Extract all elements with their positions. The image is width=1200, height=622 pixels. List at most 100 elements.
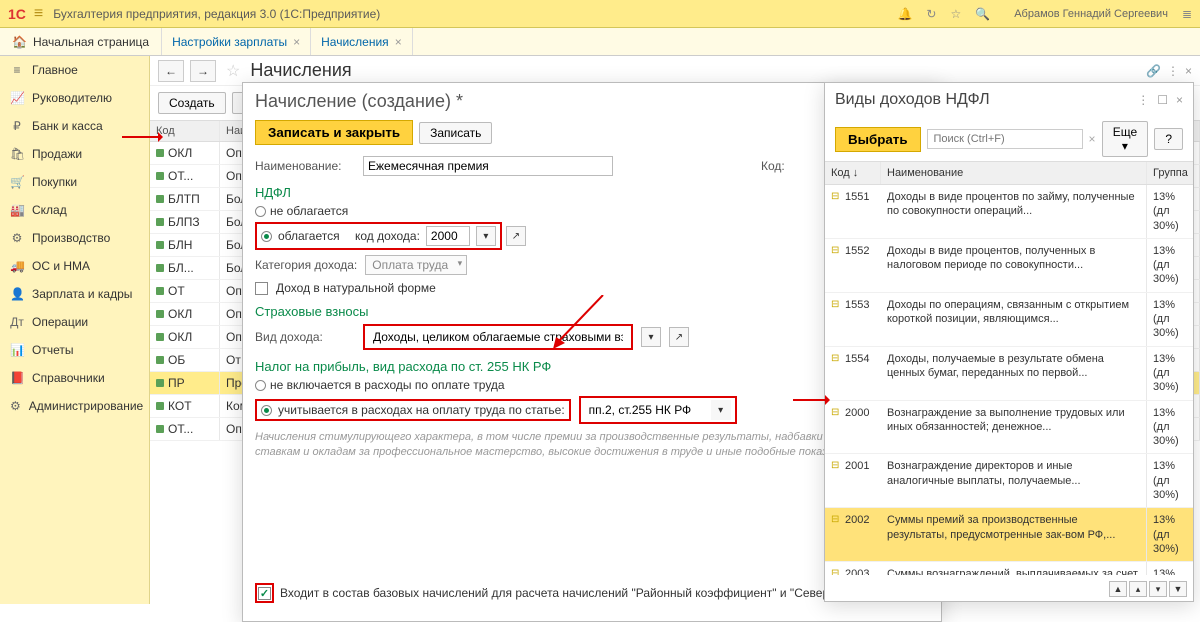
name-input[interactable] <box>363 156 613 176</box>
col-name[interactable]: Наименование <box>881 162 1147 184</box>
sidebar-item-salary[interactable]: 👤Зарплата и кадры <box>0 280 149 308</box>
favorite-icon[interactable]: ☆ <box>226 61 240 81</box>
close-icon[interactable]: × <box>395 35 402 49</box>
close-icon[interactable]: × <box>1176 93 1183 107</box>
truck-icon: 🚚 <box>10 259 24 273</box>
table-row[interactable]: ⊟2000Вознаграждение за выполнение трудов… <box>825 401 1193 455</box>
panel-toolbar: Выбрать × Еще ▾ ? <box>825 117 1193 161</box>
income-code-input[interactable] <box>426 226 470 246</box>
sidebar-label: Банк и касса <box>32 119 103 133</box>
expense-article-input[interactable] <box>585 401 705 419</box>
tab-label: Настройки зарплаты <box>172 35 287 49</box>
scroll-top-icon[interactable]: ▲ <box>1109 581 1127 597</box>
sidebar-item-os[interactable]: 🚚ОС и НМА <box>0 252 149 280</box>
menu-icon[interactable]: ≡ <box>34 5 43 23</box>
sidebar-item-main[interactable]: ≡Главное <box>0 56 149 84</box>
save-close-button[interactable]: Записать и закрыть <box>255 120 413 145</box>
sidebar-item-refs[interactable]: 📕Справочники <box>0 364 149 392</box>
sidebar-item-reports[interactable]: 📊Отчеты <box>0 336 149 364</box>
radio-label: учитывается в расходах на оплату труда п… <box>278 403 565 417</box>
table-row[interactable]: ⊟2001Вознаграждение директоров и иные ан… <box>825 454 1193 508</box>
equalizer-icon[interactable]: ≣ <box>1182 7 1192 21</box>
page-title: Начисления <box>250 60 351 81</box>
more-icon[interactable]: ⋮ <box>1167 64 1179 78</box>
income-type-input[interactable] <box>369 328 627 346</box>
select-button[interactable]: Выбрать <box>835 127 921 152</box>
col-code[interactable]: Код ↓ <box>825 162 881 184</box>
history-icon[interactable]: ↻ <box>926 7 936 21</box>
label-income-code: код дохода: <box>355 229 420 243</box>
more-button[interactable]: Еще ▾ <box>1102 121 1149 157</box>
table-row[interactable]: ⊟2003Суммы вознаграждений, выплачиваемых… <box>825 562 1193 575</box>
book-icon: 📕 <box>10 371 24 385</box>
scroll-controls: ▲ ▴ ▾ ▼ <box>1109 581 1187 597</box>
label-category: Категория дохода: <box>255 258 357 272</box>
factory-icon: 🏭 <box>10 203 24 217</box>
scroll-bottom-icon[interactable]: ▼ <box>1169 581 1187 597</box>
tab-settings[interactable]: Настройки зарплаты × <box>162 28 311 55</box>
checkbox-label: Доход в натуральной форме <box>276 281 436 295</box>
tab-charges[interactable]: Начисления × <box>311 28 413 55</box>
back-button[interactable]: ← <box>158 60 184 82</box>
topbar: 1C ≡ Бухгалтерия предприятия, редакция 3… <box>0 0 1200 28</box>
forward-button[interactable]: → <box>190 60 216 82</box>
sidebar-item-manager[interactable]: 📈Руководителю <box>0 84 149 112</box>
sidebar-item-admin[interactable]: ⚙Администрирование <box>0 392 149 420</box>
dropdown-icon[interactable]: ▾ <box>711 400 731 420</box>
more-icon[interactable]: ⋮ <box>1137 93 1149 107</box>
app-title: Бухгалтерия предприятия, редакция 3.0 (1… <box>53 7 897 21</box>
logo: 1C <box>8 6 26 22</box>
gear-icon: ⚙ <box>10 231 24 245</box>
create-button[interactable]: Создать <box>158 92 226 114</box>
sidebar-label: Руководителю <box>32 91 112 105</box>
checkbox-natural[interactable] <box>255 282 268 295</box>
annotation-arrow-icon <box>793 399 829 401</box>
help-button[interactable]: ? <box>1154 128 1183 150</box>
save-button[interactable]: Записать <box>419 122 492 144</box>
panel-table-header: Код ↓ Наименование Группа <box>825 161 1193 185</box>
checkbox-base[interactable]: ✓ <box>258 587 271 600</box>
dropdown-icon[interactable]: ▾ <box>641 327 661 347</box>
table-row[interactable]: ⊟1551Доходы в виде процентов по займу, п… <box>825 185 1193 239</box>
sidebar-item-sales[interactable]: 🛍Продажи <box>0 140 149 168</box>
annotation-arrow-icon <box>122 136 162 138</box>
window-icon[interactable]: ☐ <box>1157 93 1168 107</box>
sidebar-label: Главное <box>32 63 78 77</box>
bar-icon: 📊 <box>10 343 24 357</box>
dt-icon: Дт <box>10 315 24 329</box>
sidebar-label: Администрирование <box>29 399 143 413</box>
panel-header: Виды доходов НДФЛ ⋮ ☐ × <box>825 83 1193 117</box>
sidebar-item-operations[interactable]: ДтОперации <box>0 308 149 336</box>
table-row[interactable]: ⊟1552Доходы в виде процентов, полученных… <box>825 239 1193 293</box>
table-row[interactable]: ⊟1553Доходы по операциям, связанным с от… <box>825 293 1193 347</box>
table-row[interactable]: ⊟2002Суммы премий за производственные ре… <box>825 508 1193 562</box>
panel-title: Виды доходов НДФЛ <box>835 91 990 109</box>
sidebar-item-warehouse[interactable]: 🏭Склад <box>0 196 149 224</box>
col-group[interactable]: Группа <box>1147 162 1193 184</box>
panel-table-body: ⊟1551Доходы в виде процентов по займу, п… <box>825 185 1193 575</box>
open-icon[interactable]: ↗ <box>506 226 526 246</box>
open-icon[interactable]: ↗ <box>669 327 689 347</box>
clear-icon[interactable]: × <box>1089 132 1096 146</box>
sidebar-label: Зарплата и кадры <box>32 287 132 301</box>
user-name[interactable]: Абрамов Геннадий Сергеевич <box>1014 8 1168 20</box>
star-icon[interactable]: ☆ <box>950 7 961 21</box>
scroll-down-icon[interactable]: ▾ <box>1149 581 1167 597</box>
close-icon[interactable]: × <box>1185 64 1192 78</box>
search-input[interactable] <box>927 129 1083 149</box>
checkbox-label: Входит в состав базовых начислений для р… <box>280 586 909 600</box>
scroll-up-icon[interactable]: ▴ <box>1129 581 1147 597</box>
radio-label: облагается <box>278 229 340 243</box>
radio-label: не облагается <box>270 204 348 218</box>
dropdown-icon[interactable]: ▾ <box>476 226 496 246</box>
bell-icon[interactable]: 🔔 <box>897 7 912 21</box>
tabs-row: 🏠 Начальная страница Настройки зарплаты … <box>0 28 1200 56</box>
table-row[interactable]: ⊟1554Доходы, получаемые в результате обм… <box>825 347 1193 401</box>
content: ← → ☆ Начисления 🔗 ⋮ × Создать Найти Код… <box>150 56 1200 604</box>
search-icon[interactable]: 🔍 <box>975 7 990 21</box>
link-icon[interactable]: 🔗 <box>1146 64 1161 78</box>
sidebar-item-production[interactable]: ⚙Производство <box>0 224 149 252</box>
close-icon[interactable]: × <box>293 35 300 49</box>
sidebar-item-purchases[interactable]: 🛒Покупки <box>0 168 149 196</box>
home-tab[interactable]: 🏠 Начальная страница <box>0 28 162 55</box>
